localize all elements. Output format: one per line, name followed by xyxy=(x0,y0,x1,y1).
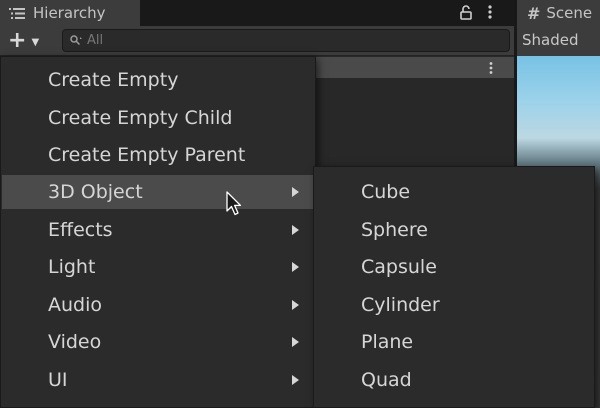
scene-tab-title: Scene xyxy=(546,4,593,22)
hierarchy-tab-title: Hierarchy xyxy=(33,4,106,22)
scene-row-kebab-icon[interactable] xyxy=(488,60,494,79)
menu-item-label: Video xyxy=(48,331,102,353)
menu-item-effects[interactable]: Effects xyxy=(2,213,314,247)
chevron-right-icon xyxy=(292,375,299,385)
mouse-cursor-icon xyxy=(226,191,242,221)
chevron-right-icon xyxy=(292,262,299,272)
add-object-dropdown[interactable]: + ▼ xyxy=(8,30,46,52)
submenu-item-label: Plane xyxy=(361,331,414,353)
menu-item-create-empty[interactable]: Create Empty xyxy=(2,63,314,97)
scene-header-row[interactable] xyxy=(316,57,514,78)
submenu-item-label: Quad xyxy=(361,369,412,391)
hierarchy-search-field[interactable] xyxy=(62,29,510,52)
submenu-item-capsule[interactable]: Capsule xyxy=(315,250,593,284)
submenu-item-label: Cube xyxy=(361,181,411,203)
list-icon xyxy=(9,7,27,20)
menu-item-label: Create Empty xyxy=(48,69,179,91)
search-icon xyxy=(70,35,83,46)
menu-item-3d-object[interactable]: 3D Object xyxy=(2,175,314,209)
submenu-item-plane[interactable]: Plane xyxy=(315,325,593,359)
submenu-item-label: Capsule xyxy=(361,256,437,278)
submenu-item-quad[interactable]: Quad xyxy=(315,363,593,397)
menu-item-video[interactable]: Video xyxy=(2,325,314,359)
menu-item-label: Create Empty Child xyxy=(48,107,233,129)
submenu-item-label: Sphere xyxy=(361,219,428,241)
menu-item-create-empty-child[interactable]: Create Empty Child xyxy=(2,101,314,135)
chevron-right-icon xyxy=(292,337,299,347)
menu-item-ui[interactable]: UI xyxy=(2,363,314,397)
menu-item-label: Effects xyxy=(48,219,113,241)
menu-item-label: Audio xyxy=(48,294,103,316)
menu-item-audio[interactable]: Audio xyxy=(2,288,314,322)
create-context-menu: Create Empty Create Empty Child Create E… xyxy=(0,56,316,408)
shading-mode-dropdown[interactable]: Shaded xyxy=(522,31,579,49)
submenu-item-sphere[interactable]: Sphere xyxy=(315,213,593,247)
submenu-item-cube[interactable]: Cube xyxy=(315,175,593,209)
chevron-right-icon xyxy=(292,300,299,310)
lock-icon[interactable] xyxy=(460,5,472,24)
chevron-down-icon: ▼ xyxy=(31,36,40,48)
submenu-3d-object: Cube Sphere Capsule Cylinder Plane Quad xyxy=(313,166,595,408)
chevron-right-icon xyxy=(292,187,299,197)
search-input[interactable] xyxy=(83,33,487,48)
chevron-right-icon xyxy=(292,225,299,235)
menu-item-label: UI xyxy=(48,369,68,391)
menu-item-label: Create Empty Parent xyxy=(48,144,246,166)
menu-item-label: 3D Object xyxy=(48,181,143,203)
submenu-item-label: Cylinder xyxy=(361,294,440,316)
menu-item-label: Light xyxy=(48,256,96,278)
plus-icon: + xyxy=(8,28,27,53)
submenu-item-cylinder[interactable]: Cylinder xyxy=(315,288,593,322)
menu-item-light[interactable]: Light xyxy=(2,250,314,284)
hash-icon: # xyxy=(527,3,541,23)
tab-scene[interactable]: # Scene xyxy=(517,0,600,26)
menu-item-create-empty-parent[interactable]: Create Empty Parent xyxy=(2,138,314,172)
tab-hierarchy[interactable]: Hierarchy xyxy=(0,0,140,26)
kebab-menu-icon[interactable] xyxy=(487,4,493,24)
